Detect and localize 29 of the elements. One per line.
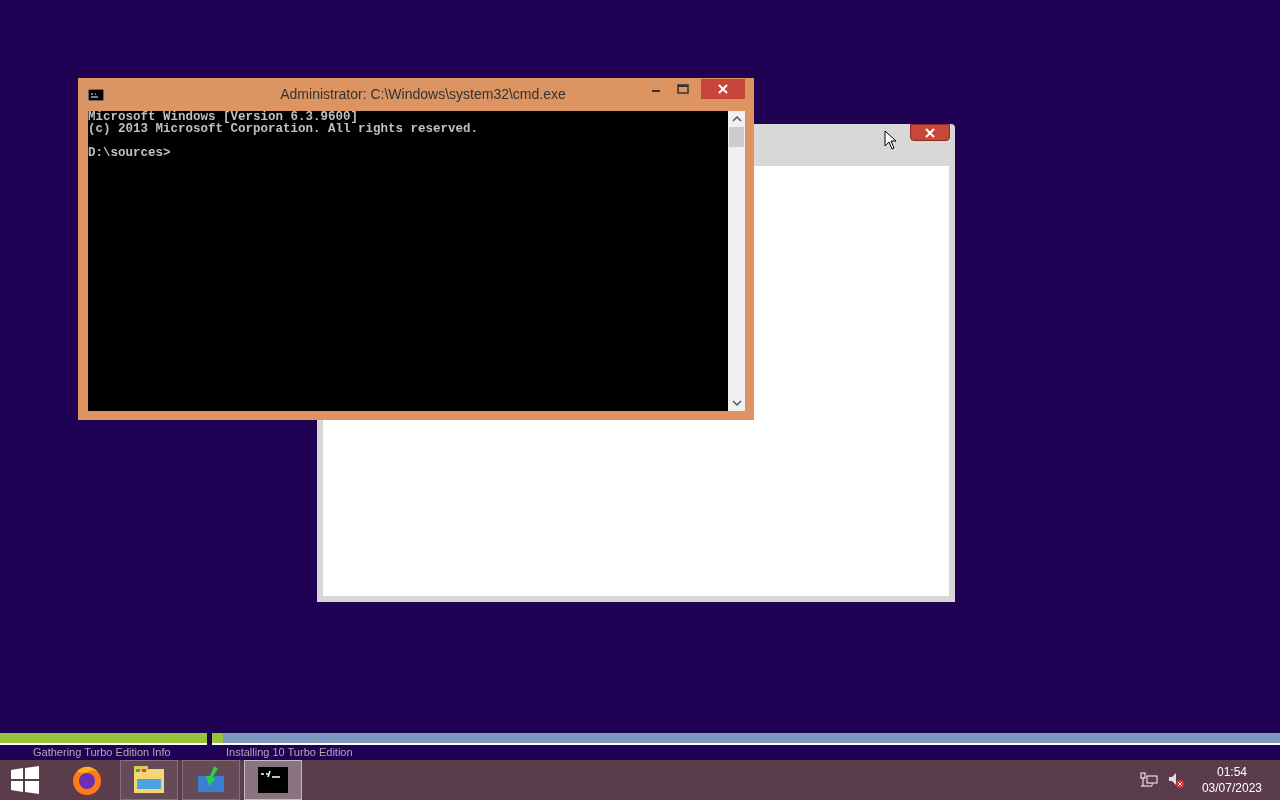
clock-time: 01:54 (1216, 764, 1247, 780)
muted-speaker-icon[interactable] (1167, 772, 1184, 788)
cursor-icon (884, 130, 898, 150)
folder-icon (133, 765, 165, 795)
console-line: Microsoft Windows [Version 6.3.9600] (88, 111, 359, 123)
taskbar-button[interactable] (120, 760, 178, 800)
clock[interactable]: 01:54 03/07/2023 (1201, 764, 1262, 796)
scrollbar[interactable] (728, 111, 745, 411)
close-icon (924, 127, 936, 138)
network-icon[interactable] (1139, 772, 1158, 788)
progress-label: Gathering Turbo Edition Info (33, 745, 171, 759)
console-icon (88, 89, 104, 101)
maximize-icon (676, 84, 689, 94)
progress-label: Installing 10 Turbo Edition (226, 745, 353, 759)
close-button[interactable] (701, 79, 745, 99)
taskbar-button[interactable] (244, 760, 302, 800)
window-title: Administrator: C:\Windows\system32\cmd.exe (279, 86, 567, 102)
scroll-up-icon (731, 115, 742, 123)
close-icon (717, 84, 729, 94)
browser-icon (71, 764, 103, 796)
scroll-down-icon (731, 399, 742, 407)
console-line: (c) 2013 Microsoft Corporation. All rights reserved. (88, 123, 480, 135)
scroll-thumb[interactable] (729, 127, 744, 147)
installer-icon (196, 766, 226, 794)
close-button[interactable] (910, 124, 950, 141)
clock-date: 03/07/2023 (1201, 780, 1262, 796)
windows-logo-icon (11, 766, 39, 794)
command-prompt: D:\sources> (88, 147, 172, 159)
console-icon (258, 767, 288, 793)
